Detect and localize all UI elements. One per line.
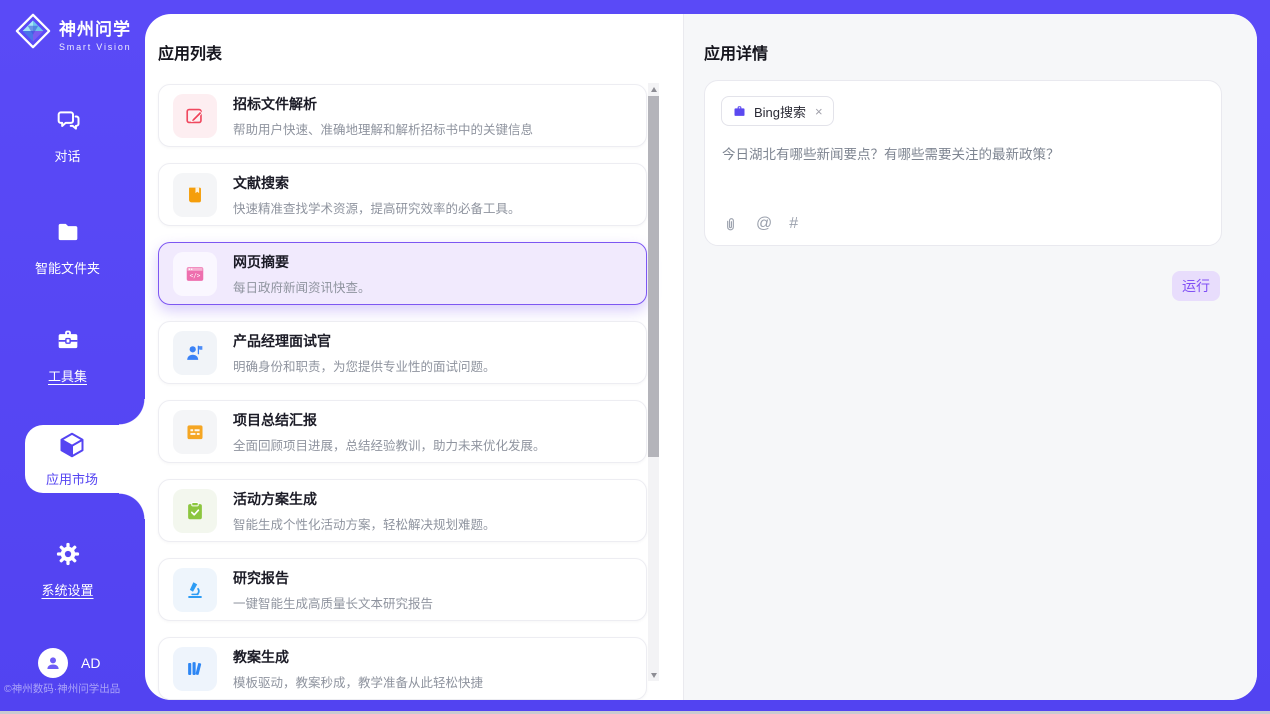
hash-icon[interactable]: # [789,215,798,233]
sidebar-item-label: 智能文件夹 [35,258,100,277]
user-name: AD [81,655,100,671]
app-detail-panel: 应用详情 Bing搜索 × 今日湖北有哪些新闻要点？有哪些需要关注的最新政策？ … [683,14,1257,700]
gear-icon [54,540,82,573]
user-account[interactable]: AD [38,648,100,678]
app-title: 产品经理面试官 [233,331,496,351]
app-description: 模板驱动，教案秒成，教学准备从此轻松快捷 [233,672,483,691]
app-list-title: 应用列表 [158,40,222,64]
folder-icon [54,218,82,251]
app-card-pm-interviewer[interactable]: 产品经理面试官 明确身份和职责，为您提供专业性的面试问题。 [158,321,647,384]
sidebar: 神州问学 Smart Vision 对话 智能文件夹 工具集 [0,0,145,714]
brand-logo: 神州问学 Smart Vision [14,12,131,55]
app-description: 快速精准查找学术资源，提高研究效率的必备工具。 [233,198,521,217]
app-description: 智能生成个性化活动方案，轻松解决规划难题。 [233,514,496,533]
brand-name: 神州问学 [59,15,131,40]
app-list-scrollbar[interactable] [648,83,659,681]
app-card-event-plan[interactable]: 活动方案生成 智能生成个性化活动方案，轻松解决规划难题。 [158,479,647,542]
brand-subtitle: Smart Vision [59,42,131,52]
toolbox-icon [54,326,82,359]
svg-text:</>: </> [190,272,201,279]
attachment-icon[interactable] [722,216,739,233]
books-icon [173,647,217,691]
composer-toolbar: @ # [722,215,798,233]
clipboard-check-icon [173,489,217,533]
app-title: 研究报告 [233,568,433,588]
sidebar-item-label: 对话 [54,146,80,165]
app-title: 网页摘要 [233,252,371,272]
sidebar-item-chat[interactable]: 对话 [0,106,135,165]
sidebar-item-toolset[interactable]: 工具集 [0,326,135,385]
browser-code-icon: </> [173,252,217,296]
sidebar-item-settings[interactable]: 系统设置 [0,540,135,599]
briefcase-icon [732,104,747,119]
edit-document-icon [173,94,217,138]
copyright-footer: ©神州数码·神州问学出品 [4,681,120,696]
avatar [38,648,68,678]
diamond-logo-icon [14,12,52,55]
app-description: 明确身份和职责，为您提供专业性的面试问题。 [233,356,496,375]
app-card-project-summary[interactable]: 项目总结汇报 全面回顾项目进展，总结经验教训，助力未来优化发展。 [158,400,647,463]
app-description: 全面回顾项目进展，总结经验教训，助力未来优化发展。 [233,435,546,454]
microscope-icon [173,568,217,612]
app-title: 活动方案生成 [233,489,496,509]
app-title: 招标文件解析 [233,94,533,114]
scroll-down-icon[interactable] [648,669,659,681]
main-content: 应用列表 招标文件解析 帮助用户快速、准确地理解和解析招标书中的关键信息 文献搜… [145,14,1257,700]
app-card-web-summary[interactable]: </> 网页摘要 每日政府新闻资讯快查。 [158,242,647,305]
chat-icon [54,106,82,139]
app-card-bid-document-analysis[interactable]: 招标文件解析 帮助用户快速、准确地理解和解析招标书中的关键信息 [158,84,647,147]
book-icon [173,173,217,217]
report-calendar-icon [173,410,217,454]
cube-icon [57,430,87,465]
app-card-research-report[interactable]: 研究报告 一键智能生成高质量长文本研究报告 [158,558,647,621]
close-icon[interactable]: × [815,104,823,119]
scrollbar-thumb[interactable] [648,96,659,457]
app-title: 文献搜索 [233,173,521,193]
tool-tag-bing-search[interactable]: Bing搜索 × [721,96,834,126]
app-title: 项目总结汇报 [233,410,546,430]
app-description: 每日政府新闻资讯快查。 [233,277,371,296]
tool-tag-label: Bing搜索 [754,102,806,121]
app-title: 教案生成 [233,647,483,667]
scroll-up-icon[interactable] [648,83,659,95]
composer-card[interactable]: Bing搜索 × 今日湖北有哪些新闻要点？有哪些需要关注的最新政策？ @ # [704,80,1222,246]
app-card-lesson-plan[interactable]: 教案生成 模板驱动，教案秒成，教学准备从此轻松快捷 [158,637,647,700]
query-input[interactable]: 今日湖北有哪些新闻要点？有哪些需要关注的最新政策？ [722,145,1202,165]
interviewer-icon [173,331,217,375]
run-button[interactable]: 运行 [1172,271,1220,301]
app-description: 一键智能生成高质量长文本研究报告 [233,593,433,612]
sidebar-item-label: 应用市场 [46,469,98,488]
sidebar-item-smart-folder[interactable]: 智能文件夹 [0,218,135,277]
mention-icon[interactable]: @ [756,215,772,233]
sidebar-item-label: 工具集 [48,366,87,385]
sidebar-item-app-market[interactable]: 应用市场 [25,425,145,493]
sidebar-item-label: 系统设置 [41,580,93,599]
app-card-literature-search[interactable]: 文献搜索 快速精准查找学术资源，提高研究效率的必备工具。 [158,163,647,226]
app-list: 招标文件解析 帮助用户快速、准确地理解和解析招标书中的关键信息 文献搜索 快速精… [158,84,647,700]
app-detail-title: 应用详情 [704,40,768,64]
app-description: 帮助用户快速、准确地理解和解析招标书中的关键信息 [233,119,533,138]
